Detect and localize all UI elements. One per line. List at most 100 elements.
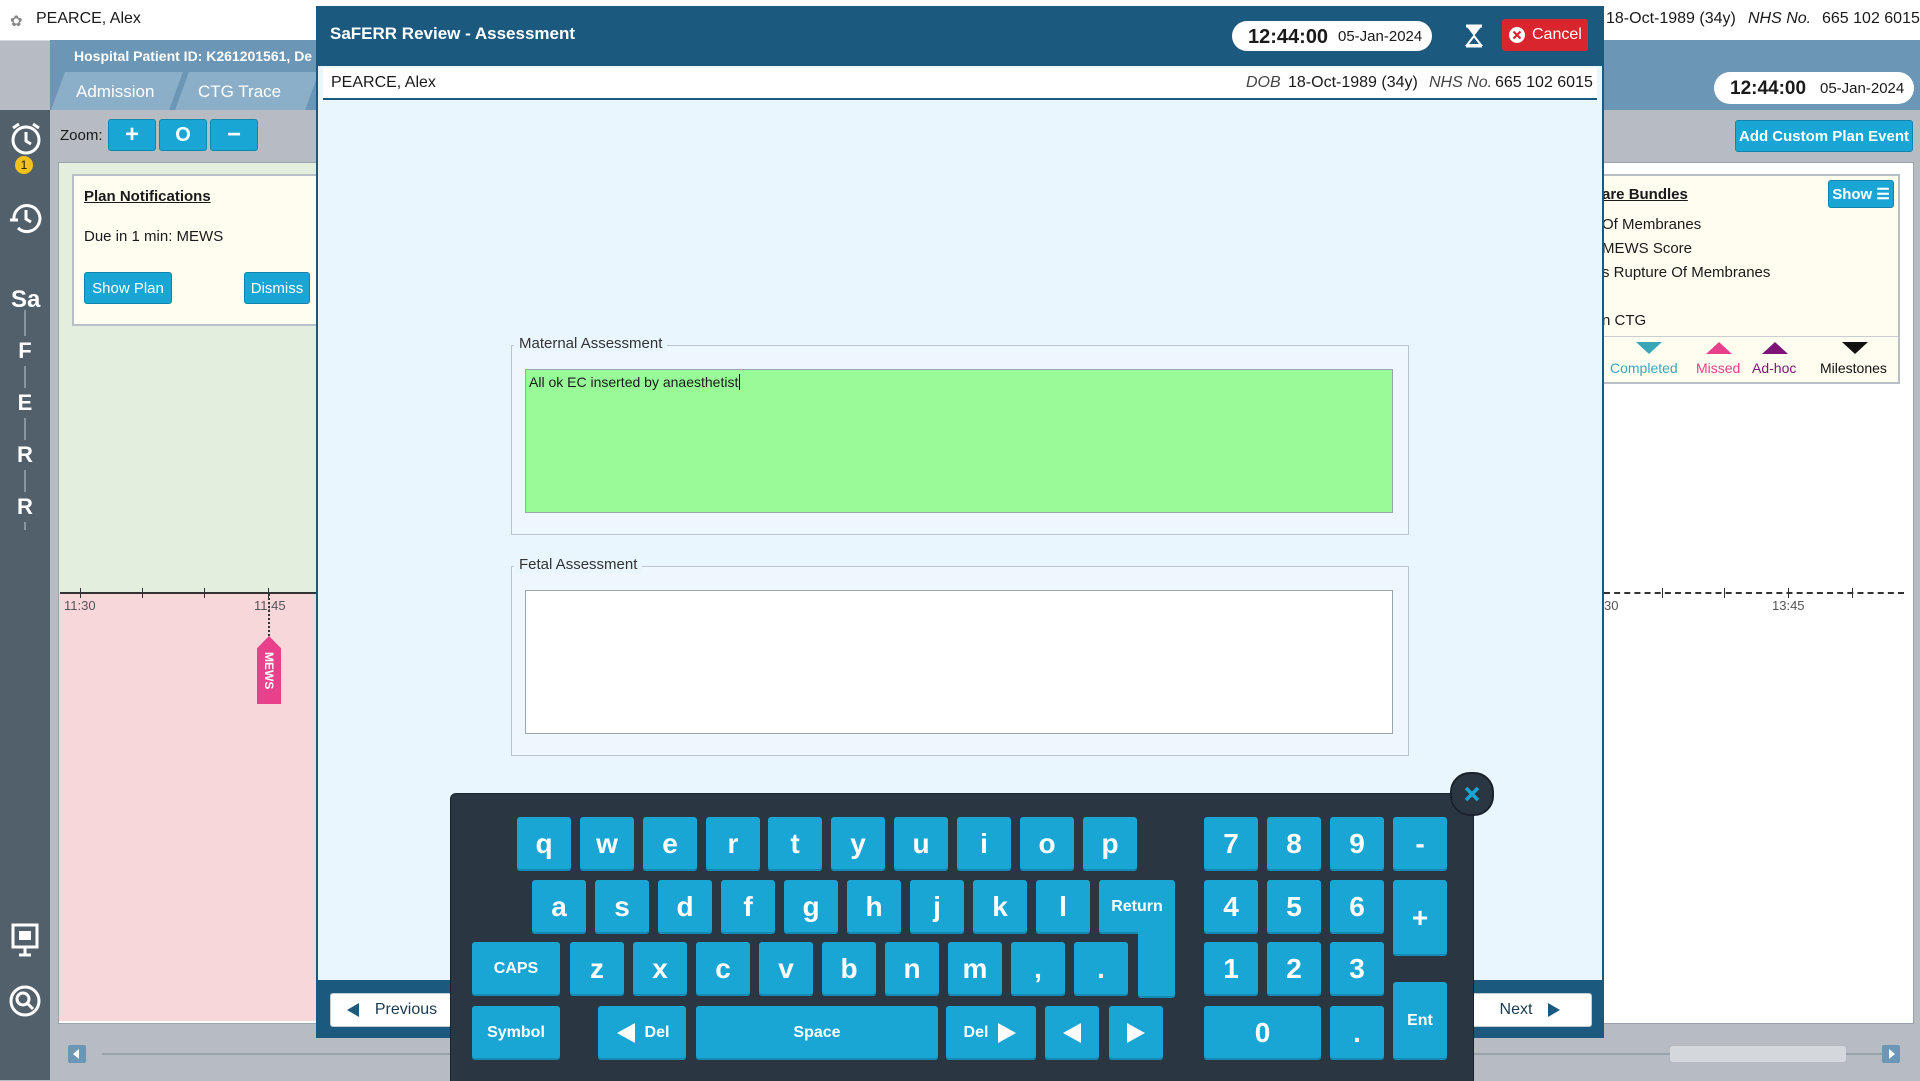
axis-tick (1788, 588, 1789, 598)
bundle-item-1[interactable]: Of Membranes (1602, 216, 1701, 233)
key-i[interactable]: i (957, 817, 1011, 871)
axis-tick (1724, 588, 1725, 598)
key-v[interactable]: v (759, 942, 813, 996)
key-2[interactable]: 2 (1267, 942, 1321, 996)
key-o[interactable]: o (1020, 817, 1074, 871)
zoom-in-button[interactable]: + (108, 119, 156, 151)
right-time-axis (1604, 592, 1904, 594)
bundle-item-5[interactable]: n CTG (1602, 312, 1646, 329)
key-u[interactable]: u (894, 817, 948, 871)
key-c[interactable]: c (696, 942, 750, 996)
key-3[interactable]: 3 (1330, 942, 1384, 996)
key-d[interactable]: d (658, 880, 712, 934)
dialog-clock[interactable]: 12:44:00 05-Jan-2024 (1232, 21, 1432, 51)
hourglass-icon[interactable] (1464, 24, 1484, 48)
search-icon[interactable] (8, 984, 42, 1018)
key-m[interactable]: m (948, 942, 1002, 996)
zoom-out-button[interactable]: − (210, 119, 258, 151)
fetal-assessment-input[interactable] (525, 590, 1393, 734)
nhs-number: 665 102 6015 (1822, 10, 1920, 27)
key-4[interactable]: 4 (1204, 880, 1258, 934)
key-p[interactable]: p (1083, 817, 1137, 871)
key-5[interactable]: 5 (1267, 880, 1321, 934)
presentation-icon[interactable] (10, 922, 40, 958)
key-9[interactable]: 9 (1330, 817, 1384, 871)
key-h[interactable]: h (847, 880, 901, 934)
key-t[interactable]: t (768, 817, 822, 871)
key-1[interactable]: 1 (1204, 942, 1258, 996)
key-6[interactable]: 6 (1330, 880, 1384, 934)
axis-tick (1852, 588, 1853, 598)
key-space[interactable]: Space (696, 1006, 938, 1060)
key-minus[interactable]: - (1393, 817, 1447, 871)
key-0[interactable]: 0 (1204, 1006, 1321, 1060)
key-n[interactable]: n (885, 942, 939, 996)
rail-saferr-f[interactable]: F (10, 336, 40, 366)
key-f[interactable]: f (721, 880, 775, 934)
key-8[interactable]: 8 (1267, 817, 1321, 871)
bundle-item-2[interactable]: MEWS Score (1602, 240, 1692, 257)
key-z[interactable]: z (570, 942, 624, 996)
axis-tick (80, 588, 81, 598)
add-custom-plan-event-button[interactable]: Add Custom Plan Event (1735, 120, 1913, 152)
scroll-thumb[interactable] (1670, 1046, 1846, 1062)
key-k[interactable]: k (973, 880, 1027, 934)
dismiss-button[interactable]: Dismiss (244, 272, 310, 304)
key-cursor-right[interactable] (1109, 1006, 1163, 1060)
key-r[interactable]: r (706, 817, 760, 871)
maternal-assessment-label: Maternal Assessment (514, 335, 668, 352)
key-return-extension[interactable] (1138, 930, 1175, 998)
bundle-item-3[interactable]: s Rupture Of Membranes (1602, 264, 1770, 281)
rail-saferr-e[interactable]: E (10, 388, 40, 418)
axis-tick (204, 588, 205, 598)
key-a[interactable]: a (532, 880, 586, 934)
scroll-left-icon[interactable] (68, 1045, 86, 1063)
rail-saferr-r1[interactable]: R (10, 440, 40, 470)
key-l[interactable]: l (1036, 880, 1090, 934)
key-caps[interactable]: CAPS (472, 942, 560, 996)
key-x[interactable]: x (633, 942, 687, 996)
previous-button[interactable]: Previous (330, 993, 452, 1027)
history-clock-icon[interactable] (8, 198, 44, 234)
caret-right-icon (1127, 1023, 1145, 1043)
header-clock: 12:44:00 05-Jan-2024 (1714, 72, 1914, 104)
key-decimal[interactable]: . (1330, 1006, 1384, 1060)
key-return[interactable]: Return (1099, 880, 1175, 934)
notification-badge: 1 (15, 156, 33, 174)
legend-divider (1600, 336, 1898, 337)
key-symbol[interactable]: Symbol (472, 1006, 560, 1060)
key-cursor-left[interactable] (1045, 1006, 1099, 1060)
zoom-reset-button[interactable]: O (159, 119, 207, 151)
completed-triangle-icon (1636, 342, 1662, 354)
close-circle-icon (1509, 27, 1525, 43)
key-b[interactable]: b (822, 942, 876, 996)
key-q[interactable]: q (517, 817, 571, 871)
menu-icon[interactable]: ✿ (10, 12, 23, 30)
key-j[interactable]: j (910, 880, 964, 934)
care-bundles-show-button[interactable]: Show ☰ (1828, 180, 1894, 208)
key-s[interactable]: s (595, 880, 649, 934)
key-y[interactable]: y (831, 817, 885, 871)
maternal-assessment-input[interactable]: All ok EC inserted by anaesthetist (525, 369, 1393, 513)
close-keyboard-button[interactable] (1450, 772, 1494, 816)
key-delete-right[interactable]: Del (946, 1006, 1036, 1060)
key-w[interactable]: w (580, 817, 634, 871)
key-g[interactable]: g (784, 880, 838, 934)
arrow-right-icon (998, 1023, 1017, 1043)
plan-notifications-title: Plan Notifications (84, 188, 211, 205)
next-button[interactable]: Next (1470, 993, 1592, 1027)
key-e[interactable]: e (643, 817, 697, 871)
scroll-right-icon[interactable] (1882, 1045, 1900, 1063)
key-enter[interactable]: Ent (1393, 982, 1447, 1060)
alarm-clock-icon[interactable] (8, 120, 44, 156)
key-period[interactable]: . (1074, 942, 1128, 996)
key-7[interactable]: 7 (1204, 817, 1258, 871)
show-plan-button[interactable]: Show Plan (84, 272, 172, 304)
key-comma[interactable]: , (1011, 942, 1065, 996)
next-label: Next (1499, 1001, 1533, 1018)
key-delete-left[interactable]: Del (598, 1006, 686, 1060)
dialog-header: SaFERR Review - Assessment 12:44:00 05-J… (316, 6, 1604, 66)
cancel-button[interactable]: Cancel (1502, 19, 1588, 51)
rail-saferr-r2[interactable]: R (10, 492, 40, 522)
key-plus[interactable]: + (1393, 880, 1447, 956)
